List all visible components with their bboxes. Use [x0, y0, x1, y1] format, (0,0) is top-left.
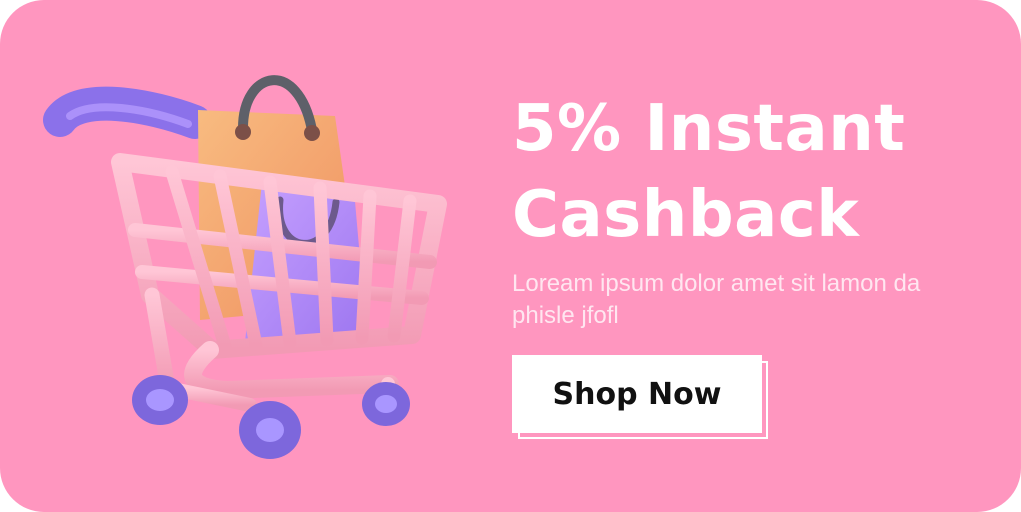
shopping-cart-icon — [43, 75, 447, 459]
promo-subtext: Loream ipsum dolor amet sit lamon da phi… — [512, 270, 921, 329]
promo-banner: 5% Instant Cashback Loream ipsum dolor a… — [0, 0, 1021, 512]
headline-line-2: Cashback — [512, 178, 860, 252]
shop-now-button-wrap: Shop Now — [512, 355, 770, 441]
headline-line-1: 5% Instant — [512, 92, 906, 166]
shop-now-button[interactable]: Shop Now — [512, 355, 762, 433]
cart-handle — [43, 86, 212, 139]
purple-shopping-bag — [245, 182, 367, 342]
promo-copy: 5% Instant Cashback Loream ipsum dolor a… — [512, 86, 992, 332]
promo-headline: 5% Instant Cashback — [512, 86, 992, 258]
